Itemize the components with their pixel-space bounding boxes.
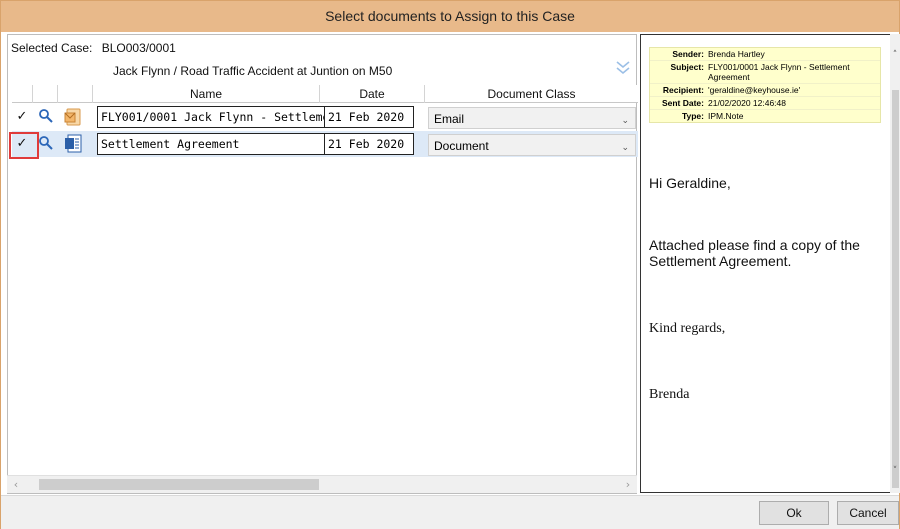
scroll-left-icon[interactable]: ‹: [7, 476, 25, 494]
meta-value: IPM.Note: [708, 111, 744, 121]
selected-case-value: BLO003/0001: [101, 41, 176, 55]
document-date-field[interactable]: 21 Feb 2020: [324, 106, 414, 128]
document-list-pane: [7, 34, 637, 494]
document-class-select[interactable]: Document ⌄: [428, 134, 636, 156]
dialog-footer: Ok Cancel: [1, 495, 899, 529]
checkbox-highlight: [9, 132, 39, 159]
dialog-title: Select documents to Assign to this Case: [1, 1, 899, 32]
horizontal-scrollbar[interactable]: ‹ ›: [7, 475, 637, 493]
cancel-button[interactable]: Cancel: [837, 501, 899, 525]
document-class-select[interactable]: Email ⌄: [428, 107, 636, 129]
header-icon-column: [57, 85, 92, 103]
magnifier-icon[interactable]: [38, 135, 54, 151]
email-icon: [64, 107, 82, 127]
table-row[interactable]: ✓ FLY001/0001 Jack Flynn - Settlement Ag…: [12, 104, 638, 130]
email-closing: Kind regards,: [649, 321, 726, 336]
meta-value: 21/02/2020 12:46:48: [708, 98, 786, 108]
meta-label: Sent Date:: [661, 98, 704, 108]
scroll-right-icon[interactable]: ›: [619, 476, 637, 494]
meta-subject-row: Subject: FLY001/0001 Jack Flynn - Settle…: [650, 61, 880, 84]
ok-button[interactable]: Ok: [759, 501, 829, 525]
header-name[interactable]: Name: [92, 85, 319, 103]
case-description: Jack Flynn / Road Traffic Accident at Ju…: [113, 64, 393, 78]
vertical-scroll-thumb[interactable]: [892, 90, 899, 488]
scroll-up-icon[interactable]: ˄: [890, 48, 900, 62]
header-check-column: [12, 85, 32, 103]
document-name-field[interactable]: Settlement Agreement: [97, 133, 327, 155]
meta-type-row: Type: IPM.Note: [650, 110, 880, 122]
word-document-icon: [64, 134, 82, 154]
meta-sender-row: Sender: Brenda Hartley: [650, 48, 880, 61]
meta-recipient-row: Recipient: 'geraldine@keyhouse.ie': [650, 84, 880, 97]
dialog-window: Select documents to Assign to this Case …: [0, 0, 900, 529]
document-class-value: Document: [434, 139, 489, 153]
meta-sent-date-row: Sent Date: 21/02/2020 12:46:48: [650, 97, 880, 110]
document-date-field[interactable]: 21 Feb 2020: [324, 133, 414, 155]
email-greeting: Hi Geraldine,: [649, 175, 731, 191]
chevron-down-icon: ⌄: [621, 142, 629, 152]
vertical-scrollbar[interactable]: ˄ ˅: [890, 34, 900, 493]
row-checkbox[interactable]: ✓: [15, 110, 29, 124]
document-class-value: Email: [434, 112, 465, 126]
document-name-field[interactable]: FLY001/0001 Jack Flynn - Settlement Agre…: [97, 106, 327, 128]
email-signature: Brenda: [649, 387, 690, 402]
header-date[interactable]: Date: [319, 85, 424, 103]
selected-case-line: Selected Case: BLO003/0001: [11, 41, 176, 55]
meta-value: Brenda Hartley: [708, 49, 765, 59]
meta-value: FLY001/0001 Jack Flynn - Settlement Agre…: [708, 62, 850, 82]
header-view-column: [32, 85, 57, 103]
scroll-down-icon[interactable]: ˅: [890, 464, 900, 478]
chevron-down-icon: ⌄: [621, 115, 629, 125]
meta-label: Subject:: [670, 62, 704, 72]
grid-header: Name Date Document Class: [12, 85, 638, 103]
table-row[interactable]: ✓ Settlement Agreement 21 Feb 2020 Docum…: [12, 131, 638, 157]
selected-case-label: Selected Case:: [11, 41, 93, 55]
header-document-class[interactable]: Document Class: [424, 85, 638, 103]
meta-value: 'geraldine@keyhouse.ie': [708, 85, 801, 95]
meta-label: Type:: [681, 111, 704, 121]
horizontal-scroll-thumb[interactable]: [39, 479, 319, 490]
meta-label: Recipient:: [662, 85, 704, 95]
collapse-chevron-icon[interactable]: [615, 59, 631, 77]
email-body: Attached please find a copy of the Settl…: [649, 237, 860, 269]
magnifier-icon[interactable]: [38, 108, 54, 124]
meta-label: Sender:: [672, 49, 704, 59]
email-metadata: Sender: Brenda Hartley Subject: FLY001/0…: [649, 47, 881, 123]
